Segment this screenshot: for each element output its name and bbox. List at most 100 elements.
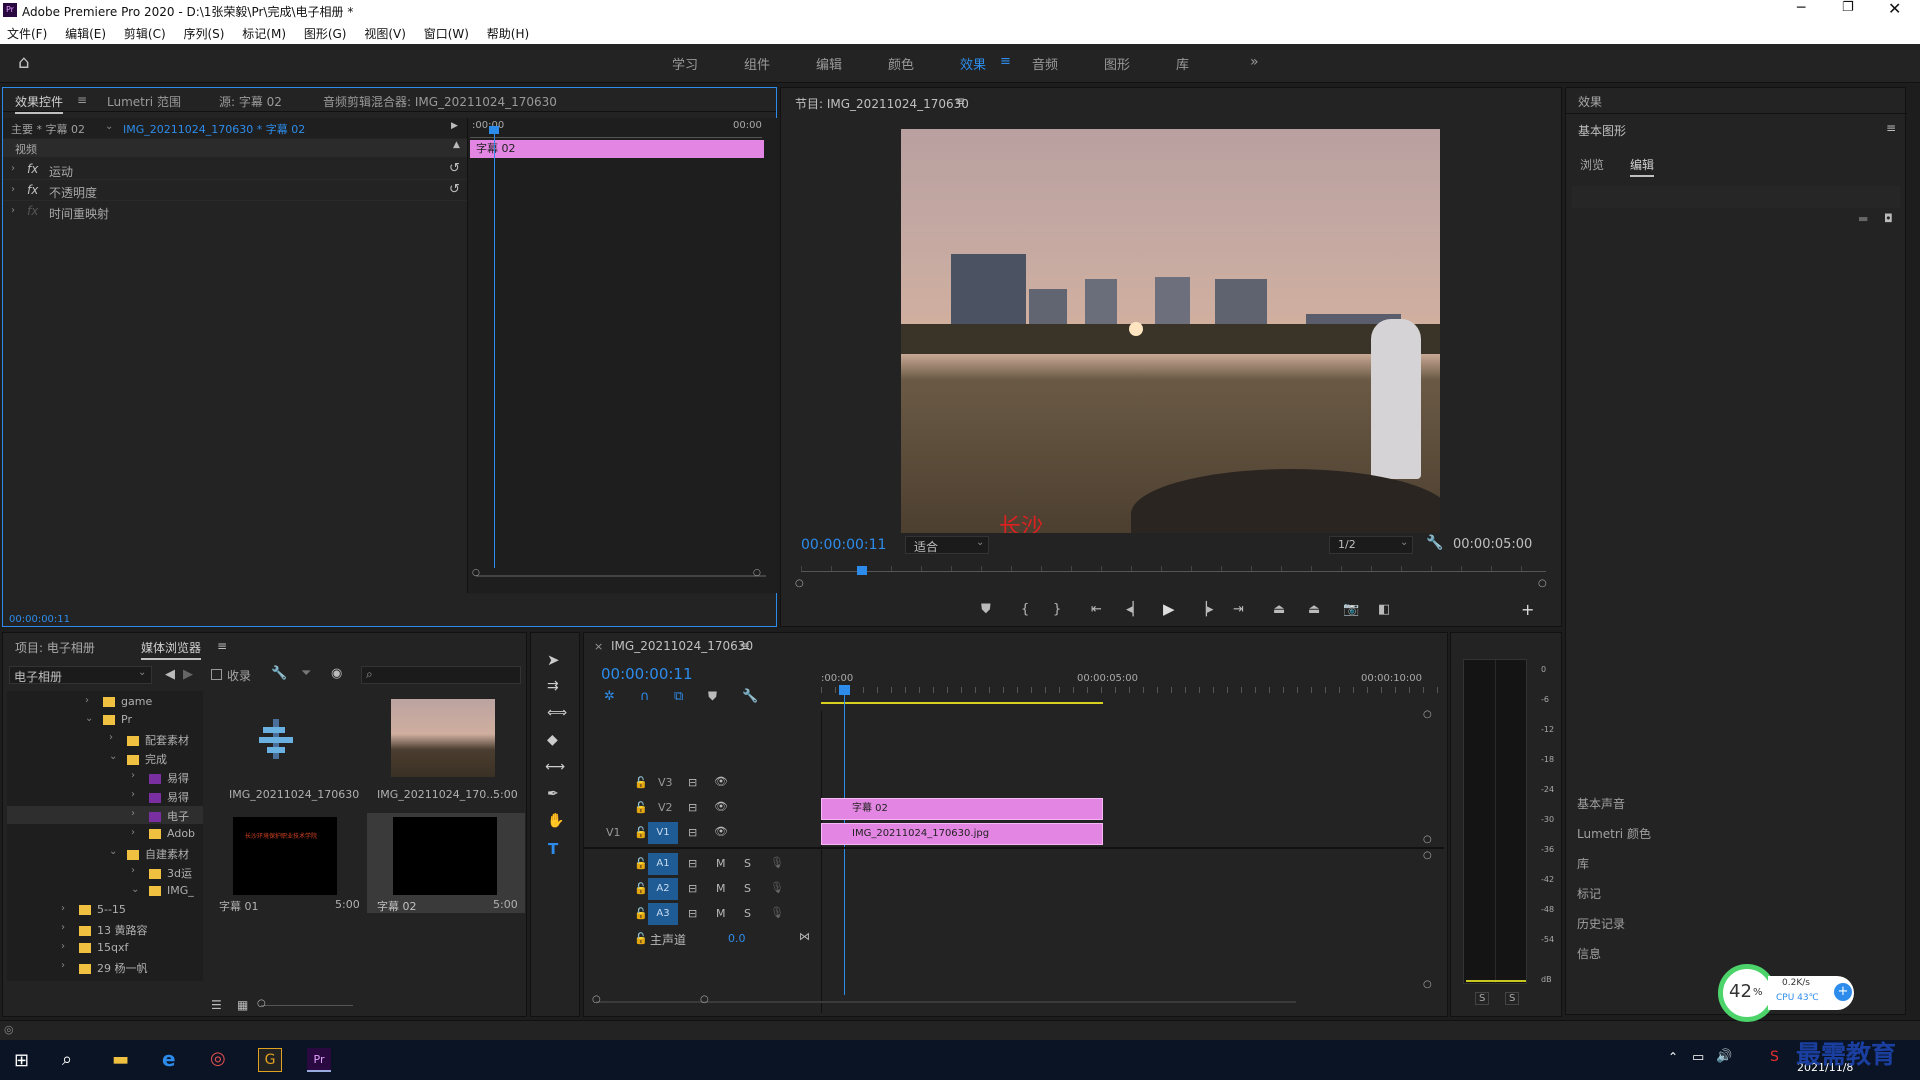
tray-chevron-icon[interactable]: ⌃	[1668, 1050, 1678, 1064]
sync-lock-icon[interactable]: ⊟	[688, 801, 697, 814]
sync-lock-icon[interactable]: ⊟	[688, 776, 697, 789]
premiere-taskbar-icon[interactable]: Pr	[307, 1048, 331, 1072]
collapse-icon[interactable]: ▲	[453, 140, 460, 150]
mute-button[interactable]: M	[716, 857, 726, 870]
mic-icon[interactable]: 🎙	[770, 906, 784, 919]
more-workspaces-icon[interactable]: »	[1250, 54, 1259, 70]
app-icon[interactable]: G	[258, 1048, 282, 1072]
tree-item[interactable]: IMG_	[149, 884, 194, 897]
tree-item[interactable]: 3d运	[149, 865, 192, 881]
expand-icon[interactable]: ›	[11, 205, 15, 216]
close-tab-icon[interactable]: ×	[594, 640, 603, 653]
track-a3[interactable]: 🔓 A3 ⊟ M S 🎙	[584, 902, 819, 926]
track-v1[interactable]: V1 🔓 V1 ⊟ 👁	[584, 821, 819, 845]
panel-lumetri-color[interactable]: Lumetri 颜色	[1577, 825, 1651, 842]
ripple-edit-tool-icon[interactable]: ⟺	[547, 705, 567, 721]
menu-markers[interactable]: 标记(M)	[242, 25, 286, 42]
panel-info[interactable]: 信息	[1577, 945, 1601, 962]
solo-button[interactable]: S	[744, 882, 751, 895]
scroll-handle-icon[interactable]: ○	[1423, 834, 1432, 845]
slider-handle-icon[interactable]: ○	[257, 998, 266, 1009]
tree-item[interactable]: 易得	[149, 789, 189, 805]
sync-lock-icon[interactable]: ⊟	[688, 907, 697, 920]
workspace-editing[interactable]: 编辑	[816, 54, 842, 73]
reset-icon[interactable]: ↺	[449, 182, 460, 197]
ec-playhead[interactable]	[494, 128, 495, 568]
mic-icon[interactable]: 🎙	[770, 856, 784, 869]
panel-menu-icon[interactable]: ≡	[1886, 121, 1896, 135]
edge-icon[interactable]: e	[162, 1047, 176, 1071]
app-icon[interactable]: ◎	[210, 1048, 226, 1069]
track-label[interactable]: A2	[648, 878, 678, 900]
master-volume[interactable]: 0.0	[728, 932, 746, 945]
menu-sequence[interactable]: 序列(S)	[183, 25, 224, 42]
perf-widget[interactable]: 42 % 0.2K/s CPU 43℃ +	[1714, 960, 1860, 1030]
camera-icon[interactable]: 📷	[1343, 602, 1359, 617]
eye-icon[interactable]: 👁	[714, 825, 728, 838]
expand-icon[interactable]: ›	[11, 163, 15, 174]
tab-lumetri-scopes[interactable]: Lumetri 范围	[107, 93, 181, 110]
lock-icon[interactable]: 🔓	[634, 932, 648, 945]
lock-icon[interactable]: 🔓	[634, 857, 648, 870]
zoom-handle-icon[interactable]: ○	[1538, 578, 1547, 589]
lock-icon[interactable]: 🔓	[634, 907, 648, 920]
lock-icon[interactable]: 🔓	[634, 882, 648, 895]
fx-icon[interactable]: fx	[27, 183, 38, 197]
step-forward-icon[interactable]: ▕▸	[1197, 602, 1214, 617]
snap-icon[interactable]: ∩	[640, 689, 650, 704]
sequence-clip-label[interactable]: IMG_20211024_170630 * 字幕 02	[123, 121, 305, 137]
lock-icon[interactable]: 🔓	[634, 826, 648, 839]
restore-icon[interactable]: ❐	[1842, 0, 1854, 15]
tree-item[interactable]: 15qxf	[79, 941, 128, 954]
ec-clip[interactable]: 字幕 02	[470, 140, 764, 158]
workspace-learning[interactable]: 学习	[672, 54, 698, 73]
tree-item[interactable]: 5--15	[79, 903, 126, 916]
back-arrow-icon[interactable]: ◀	[165, 667, 175, 682]
track-label[interactable]: A3	[648, 903, 678, 925]
tab-browse[interactable]: 浏览	[1580, 156, 1604, 173]
track-v3[interactable]: 🔓 V3 ⊟ 👁	[584, 771, 819, 795]
ec-playhead-handle[interactable]	[489, 126, 499, 134]
new-layer-icon[interactable]: ◘	[1884, 212, 1893, 225]
timeline-ruler[interactable]: :00:00 00:00:05:00 00:00:10:00	[821, 673, 1441, 705]
search-icon[interactable]: ⌕	[62, 1049, 72, 1070]
thumb-sequence[interactable]: IMG_20211024_170630	[209, 689, 367, 811]
fit-select[interactable]: 适合 ⌄	[905, 536, 989, 554]
tree-item[interactable]: 13 黄路容	[79, 922, 148, 938]
video-frame[interactable]: 长沙	[901, 129, 1440, 533]
track-label[interactable]: V1	[648, 822, 678, 844]
close-icon[interactable]: ✕	[1888, 0, 1901, 18]
timeline-timecode[interactable]: 00:00:00:11	[601, 665, 693, 683]
prop-time-remap[interactable]: › fx 时间重映射	[3, 202, 467, 222]
volume-icon[interactable]: 🔊	[1716, 1049, 1732, 1064]
track-label[interactable]: A1	[648, 853, 678, 875]
track-select-tool-icon[interactable]: ⇉	[547, 678, 559, 694]
tree-item[interactable]: Pr	[103, 713, 132, 726]
expand-icon[interactable]: ›	[11, 184, 15, 195]
chevron-down-icon[interactable]: ⌄	[105, 121, 113, 132]
tree-item[interactable]: game	[103, 695, 152, 708]
selection-tool-icon[interactable]: ➤	[547, 651, 560, 669]
tab-edit[interactable]: 编辑	[1630, 156, 1655, 177]
resolution-select[interactable]: 1/2 ⌄	[1329, 536, 1413, 554]
ec-timeline[interactable]: :00:00 00:00 字幕 02 ○ ○	[467, 118, 777, 593]
workspace-color[interactable]: 颜色	[888, 54, 914, 73]
clip-image[interactable]: IMG_20211024_170630.jpg	[821, 823, 1103, 845]
scrub-playhead[interactable]	[857, 566, 867, 575]
workspace-menu-icon[interactable]: ≡	[1000, 54, 1011, 69]
solo-left-button[interactable]: S	[1475, 992, 1490, 1005]
sync-lock-icon[interactable]: ⊟	[688, 882, 697, 895]
program-timecode[interactable]: 00:00:00:11	[801, 537, 886, 553]
panel-libraries[interactable]: 库	[1577, 855, 1589, 872]
tree-item[interactable]: 配套素材	[127, 732, 189, 748]
tree-item[interactable]: 自建素材	[127, 846, 189, 862]
go-to-out-icon[interactable]: ⇥	[1233, 602, 1244, 617]
windows-start-icon[interactable]: ⊞	[14, 1050, 29, 1071]
scroll-handle-icon[interactable]: ○	[472, 568, 480, 578]
tab-effect-controls[interactable]: 效果控件	[15, 93, 64, 114]
thumb-title-02[interactable]: 字幕 02 5:00	[367, 813, 525, 913]
add-marker-icon[interactable]: ⛊	[708, 689, 717, 704]
mark-out-icon[interactable]: }	[1053, 602, 1061, 617]
panel-essential-sound[interactable]: 基本声音	[1577, 795, 1625, 812]
step-back-icon[interactable]: ◂▏	[1126, 602, 1143, 617]
